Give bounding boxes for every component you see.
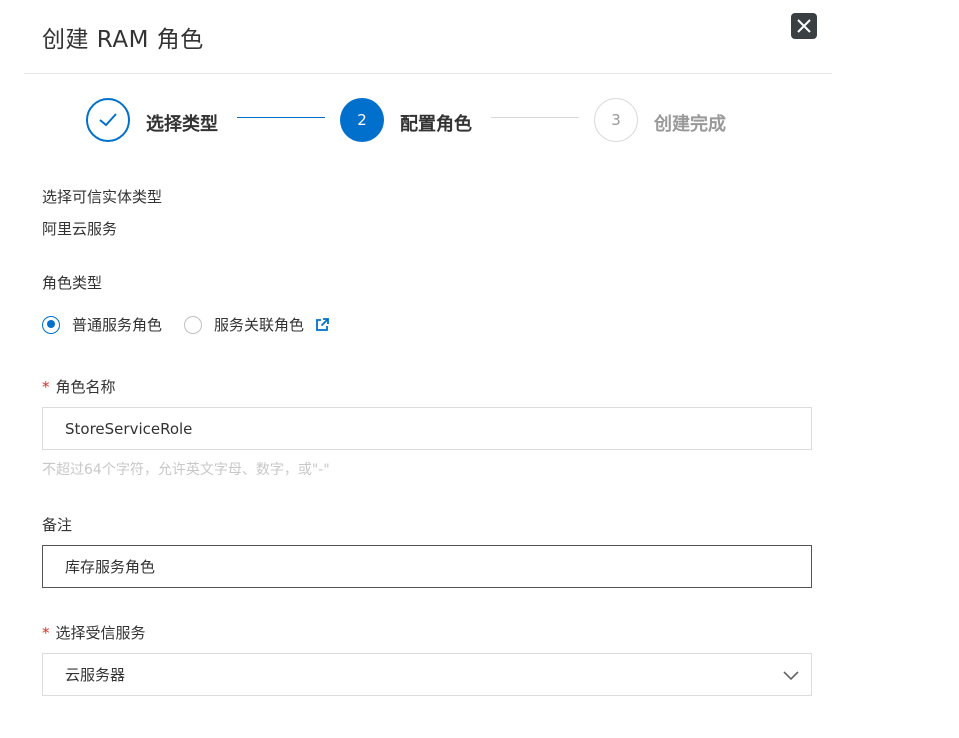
step-2-label: 配置角色 — [400, 114, 472, 135]
required-mark: * — [42, 378, 50, 396]
external-link-icon[interactable] — [314, 317, 330, 333]
radio-normal-service-role[interactable]: 普通服务角色 — [42, 314, 162, 335]
step-3-pending: 3 — [594, 98, 638, 142]
radio-service-linked-role[interactable]: 服务关联角色 — [184, 314, 304, 335]
remark-label: 备注 — [42, 516, 73, 534]
radio-service-linked-role-label: 服务关联角色 — [214, 316, 305, 334]
remark-input[interactable] — [42, 545, 812, 588]
trusted-service-label: * 选择受信服务 — [42, 622, 146, 643]
role-name-label: * 角色名称 — [42, 376, 116, 397]
radio-checked-icon — [42, 315, 60, 334]
step-3-label: 创建完成 — [654, 114, 726, 135]
step-2-active: 2 — [340, 98, 384, 142]
step-1-label: 选择类型 — [146, 114, 218, 135]
trusted-service-label-text: 选择受信服务 — [55, 624, 146, 642]
role-type-label: 角色类型 — [42, 274, 103, 292]
trusted-entity-label: 选择可信实体类型 — [42, 188, 163, 206]
step-connector-2 — [491, 117, 579, 118]
trusted-service-selected-value: 云服务器 — [65, 666, 126, 684]
close-button[interactable] — [791, 13, 817, 39]
trusted-service-select[interactable]: 云服务器 — [42, 653, 812, 696]
radio-normal-service-role-label: 普通服务角色 — [72, 316, 163, 334]
step-1-done — [86, 98, 130, 142]
step-connector-1 — [237, 117, 325, 118]
checkmark-icon — [99, 113, 117, 127]
header-divider — [24, 73, 832, 74]
dialog-title: 创建 RAM 角色 — [42, 27, 204, 53]
close-x-icon — [797, 19, 811, 33]
role-type-radio-group: 普通服务角色 服务关联角色 — [42, 314, 330, 335]
role-name-label-text: 角色名称 — [55, 378, 116, 396]
trusted-entity-value: 阿里云服务 — [42, 220, 118, 238]
role-name-input[interactable] — [42, 407, 812, 450]
required-mark: * — [42, 624, 50, 642]
chevron-down-icon — [783, 671, 799, 681]
role-name-hint: 不超过64个字符，允许英文字母、数字，或"-" — [42, 462, 330, 478]
create-role-dialog: 创建 RAM 角色 选择类型 2 配置角色 3 创建完成 选择可信实体类型 阿里… — [0, 0, 832, 738]
radio-unchecked-icon — [184, 315, 203, 334]
